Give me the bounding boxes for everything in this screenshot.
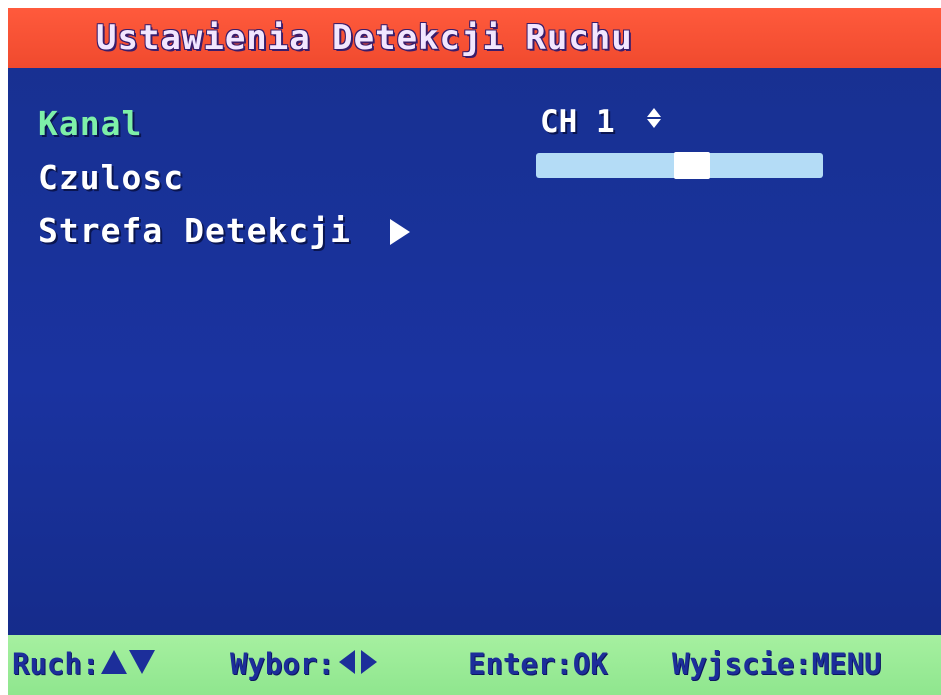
arrow-up-icon [101,650,128,674]
arrow-left-icon [338,650,355,674]
hint-move-label: Ruch: [12,647,100,681]
channel-value: CH 1 [540,104,615,140]
hint-select: Wybor: [230,647,377,681]
menu-item-kanal[interactable]: Kanal [38,104,142,143]
slider-thumb[interactable] [674,152,710,179]
arrow-down-icon [129,650,156,674]
hint-exit: Wyjscie:MENU [672,647,882,681]
arrow-right-icon [360,650,377,674]
menu-item-strefa-detekcji[interactable]: Strefa Detekcji [38,211,410,250]
hint-move: Ruch: [12,647,156,681]
hint-bar: Ruch: Wybor: Enter:OK Wyjscie:MENU [8,635,941,695]
hint-enter: Enter:OK [468,647,608,681]
menu-item-czulosc[interactable]: Czulosc [38,158,184,197]
arrow-right-icon [389,219,410,245]
updown-icon [647,108,662,128]
channel-selector[interactable]: CH 1 [540,104,662,140]
menu-item-label: Kanal [38,104,143,143]
menu-item-label: Strefa Detekcji [38,211,352,250]
osd-screen: Ustawienia Detekcji Ruchu Kanal Czulosc … [8,8,941,695]
sensitivity-slider[interactable] [536,152,823,179]
page-title: Ustawienia Detekcji Ruchu [96,18,633,58]
menu-item-label: Czulosc [38,158,185,197]
title-bar: Ustawienia Detekcji Ruchu [8,8,941,68]
hint-select-label: Wybor: [230,647,335,681]
